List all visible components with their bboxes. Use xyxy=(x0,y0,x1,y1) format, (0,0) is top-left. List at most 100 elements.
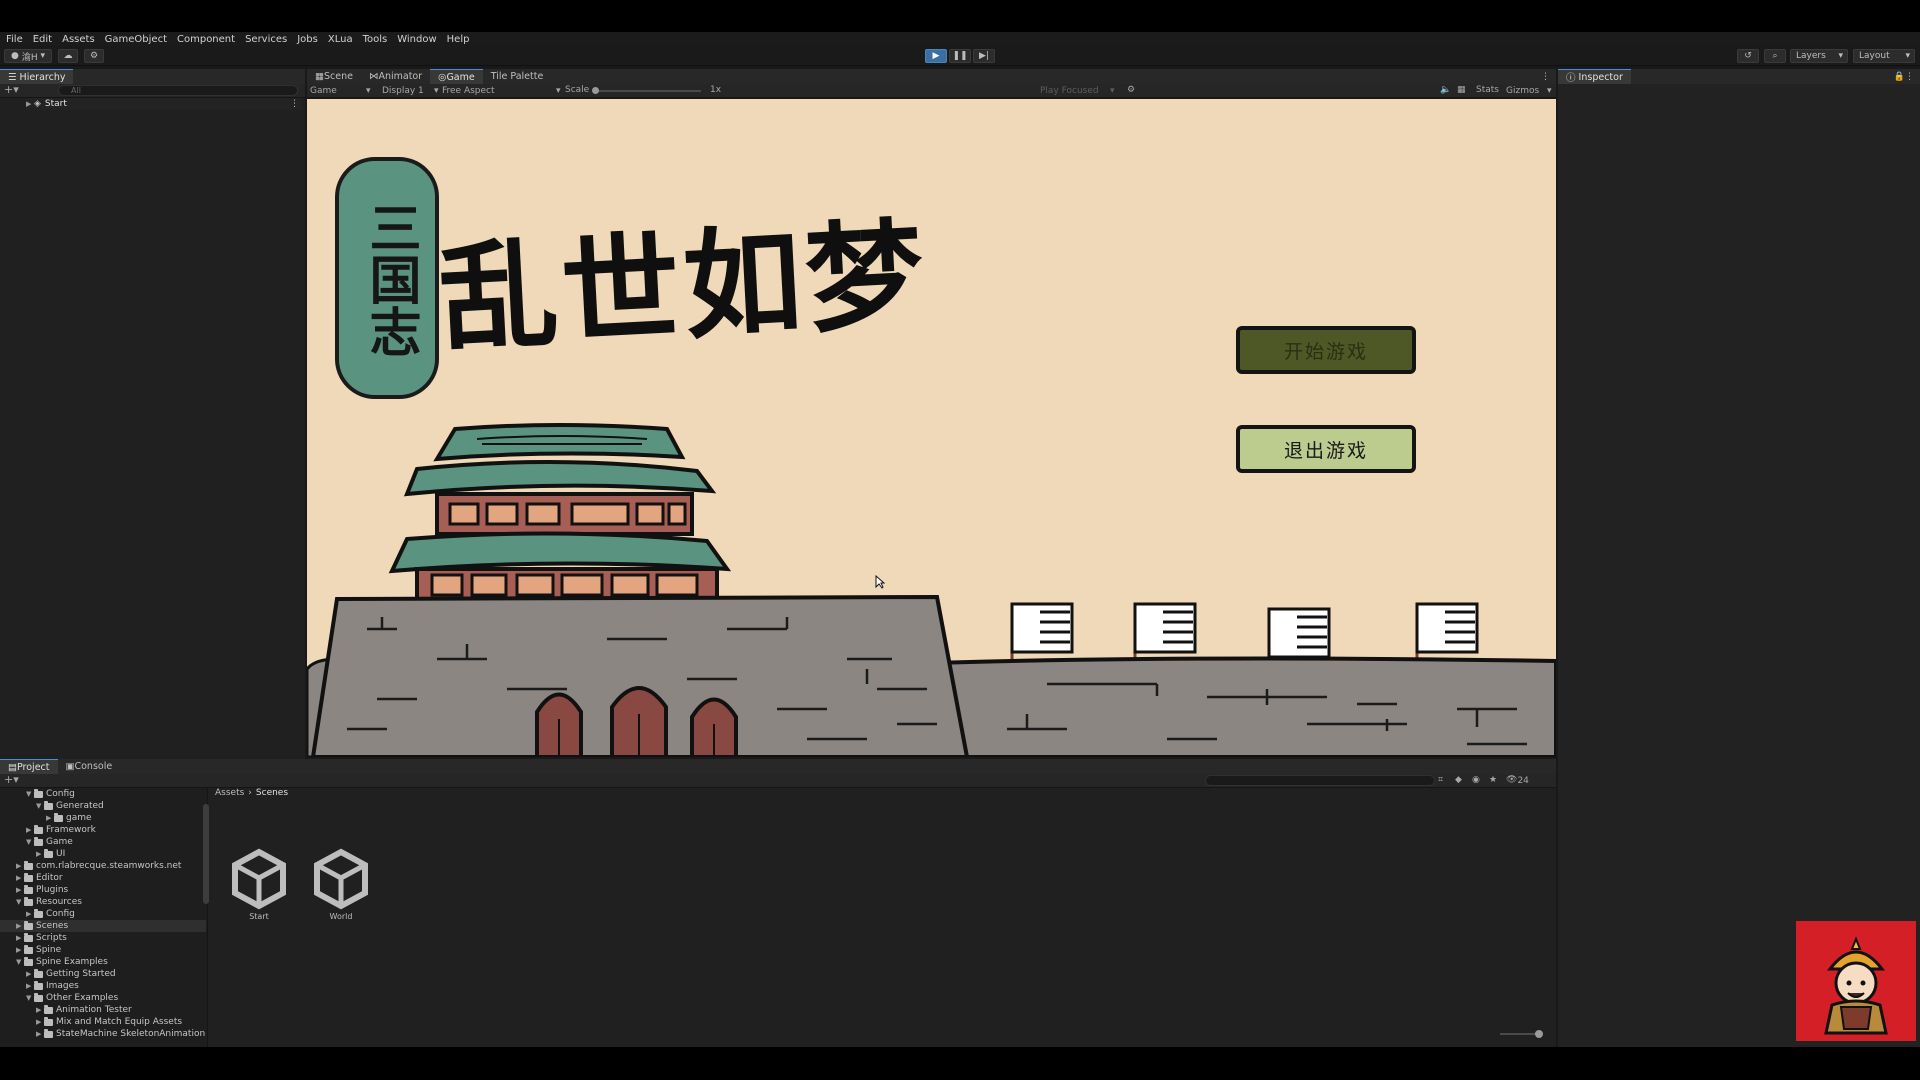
label-icon[interactable]: ◆ xyxy=(1455,775,1462,785)
layout-dropdown[interactable]: Layout ▾ xyxy=(1853,49,1915,63)
asset-item-world[interactable]: World xyxy=(309,848,373,921)
folder-tree-item[interactable]: ▼ Resources xyxy=(0,896,206,908)
icon-size-slider-handle[interactable] xyxy=(1535,1030,1543,1038)
filter-icon[interactable]: ⌗ xyxy=(1438,775,1443,785)
expanded-arrow-icon[interactable]: ▼ xyxy=(16,958,24,966)
folder-tree-item[interactable]: ▶ Scenes xyxy=(0,920,206,932)
quit-game-button[interactable]: 退出游戏 xyxy=(1236,425,1416,473)
grid-icon[interactable]: ▦ xyxy=(1457,85,1466,95)
folder-tree-item[interactable]: ▶ Editor xyxy=(0,872,206,884)
folder-tree-item[interactable]: ▶ com.rlabrecque.steamworks.net xyxy=(0,860,206,872)
asset-item-start[interactable]: Start xyxy=(227,848,291,921)
menu-item-jobs[interactable]: Jobs xyxy=(297,34,318,45)
pause-button[interactable]: ❚❚ xyxy=(949,49,971,63)
menu-item-xlua[interactable]: XLua xyxy=(328,34,353,45)
collapsed-arrow-icon[interactable]: ▶ xyxy=(16,886,24,894)
icon-size-slider[interactable] xyxy=(1500,1033,1540,1035)
bug-icon[interactable]: ⚙ xyxy=(1127,85,1135,95)
stats-button[interactable]: Stats xyxy=(1476,85,1499,95)
scale-slider-handle[interactable] xyxy=(592,87,599,94)
menu-item-help[interactable]: Help xyxy=(447,34,470,45)
tab-animator[interactable]: ⋈ Animator xyxy=(361,69,430,84)
star-icon[interactable]: ★ xyxy=(1489,775,1497,785)
tab-hierarchy[interactable]: ☰ Hierarchy xyxy=(0,69,74,84)
expanded-arrow-icon[interactable]: ▼ xyxy=(26,994,34,1002)
audio-icon[interactable]: 🔈 xyxy=(1440,85,1451,95)
collapsed-arrow-icon[interactable]: ▶ xyxy=(16,862,24,870)
expand-arrow-icon[interactable]: ▶ xyxy=(26,100,34,108)
collapsed-arrow-icon[interactable]: ▶ xyxy=(16,946,24,954)
account-dropdown[interactable]: ● 渝H ▾ xyxy=(4,49,52,63)
folder-tree-item[interactable]: ▶ Plugins xyxy=(0,884,206,896)
expanded-arrow-icon[interactable]: ▼ xyxy=(26,790,34,798)
tab-game[interactable]: ◎ Game xyxy=(430,69,483,84)
menu-item-file[interactable]: File xyxy=(6,34,23,45)
collapsed-arrow-icon[interactable]: ▶ xyxy=(16,922,24,930)
tab-scene[interactable]: ▦ Scene xyxy=(307,69,361,84)
hierarchy-item-start[interactable]: ▶ ◈ Start ⋮ xyxy=(26,98,301,110)
lock-icon[interactable]: 🔒⋮ xyxy=(1894,72,1914,82)
breadcrumb-current[interactable]: Scenes xyxy=(256,788,288,798)
collapsed-arrow-icon[interactable]: ▶ xyxy=(16,874,24,882)
tab-tile-palette[interactable]: Tile Palette xyxy=(483,69,552,84)
tab-project[interactable]: ▤ Project xyxy=(0,759,58,774)
folder-tree-item[interactable]: ▼ Generated xyxy=(0,800,206,812)
folder-tree-item[interactable]: ▶ Mix and Match Equip Assets xyxy=(0,1016,206,1028)
folder-tree-item[interactable]: ▶ Config xyxy=(0,908,206,920)
play-button[interactable]: ▶ xyxy=(925,49,947,63)
expanded-arrow-icon[interactable]: ▼ xyxy=(36,802,44,810)
menu-item-edit[interactable]: Edit xyxy=(33,34,52,45)
folder-tree-item[interactable]: ▶ Animation Tester xyxy=(0,1004,206,1016)
more-icon[interactable]: ⋮ xyxy=(1541,72,1550,82)
folder-tree-item[interactable]: ▶ game xyxy=(0,812,206,824)
collapsed-arrow-icon[interactable]: ▶ xyxy=(26,982,34,990)
menu-item-gameobject[interactable]: GameObject xyxy=(105,34,167,45)
cloud-icon[interactable]: ☁ xyxy=(58,49,78,63)
folder-tree-item[interactable]: ▼ Config xyxy=(0,788,206,800)
folder-tree-item[interactable]: ▶ UI xyxy=(0,848,206,860)
menu-item-tools[interactable]: Tools xyxy=(363,34,388,45)
add-icon[interactable]: +▾ xyxy=(4,83,19,96)
collapsed-arrow-icon[interactable]: ▶ xyxy=(26,826,34,834)
collapsed-arrow-icon[interactable]: ▶ xyxy=(26,970,34,978)
collapsed-arrow-icon[interactable]: ▶ xyxy=(46,814,54,822)
collapsed-arrow-icon[interactable]: ▶ xyxy=(36,1030,44,1038)
start-game-button[interactable]: 开始游戏 xyxy=(1236,326,1416,374)
menu-item-services[interactable]: Services xyxy=(245,34,287,45)
tree-scrollbar[interactable] xyxy=(203,804,209,904)
search-icon[interactable]: ⌕ xyxy=(1764,49,1786,63)
folder-tree-item[interactable]: ▼ Game xyxy=(0,836,206,848)
folder-tree-item[interactable]: ▶ StateMachine SkeletonAnimation xyxy=(0,1028,206,1040)
folder-tree-item[interactable]: ▶ Framework xyxy=(0,824,206,836)
hierarchy-search-input[interactable]: All xyxy=(58,85,298,96)
game-view[interactable]: 三国志 乱世如梦 开始游戏 退出游戏 xyxy=(307,99,1556,757)
project-search-input[interactable] xyxy=(1205,775,1435,786)
tab-inspector[interactable]: ⓘ Inspector xyxy=(1558,69,1631,84)
breadcrumb-root[interactable]: Assets xyxy=(215,788,244,798)
collapsed-arrow-icon[interactable]: ▶ xyxy=(36,1006,44,1014)
hidden-count[interactable]: 👁 24 xyxy=(1506,775,1529,786)
step-button[interactable]: ▶| xyxy=(973,49,995,63)
layers-dropdown[interactable]: Layers ▾ xyxy=(1790,49,1848,63)
collapsed-arrow-icon[interactable]: ▶ xyxy=(26,910,34,918)
folder-tree-item[interactable]: ▶ Getting Started xyxy=(0,968,206,980)
tag-icon[interactable]: ◉ xyxy=(1472,775,1480,785)
expanded-arrow-icon[interactable]: ▼ xyxy=(16,898,24,906)
expanded-arrow-icon[interactable]: ▼ xyxy=(26,838,34,846)
add-icon[interactable]: +▾ xyxy=(4,773,19,786)
tab-console[interactable]: ▣ Console xyxy=(58,759,121,774)
folder-tree-item[interactable]: ▶ Images xyxy=(0,980,206,992)
collapsed-arrow-icon[interactable]: ▶ xyxy=(36,850,44,858)
history-icon[interactable]: ↺ xyxy=(1737,49,1759,63)
folder-tree-item[interactable]: ▶ Spine xyxy=(0,944,206,956)
scale-slider[interactable] xyxy=(593,90,701,92)
folder-tree-item[interactable]: ▼ Other Examples xyxy=(0,992,206,1004)
folder-tree-item[interactable]: ▼ Spine Examples xyxy=(0,956,206,968)
settings-gear-icon[interactable]: ⚙ xyxy=(84,49,104,63)
collapsed-arrow-icon[interactable]: ▶ xyxy=(36,1018,44,1026)
more-icon[interactable]: ⋮ xyxy=(290,99,299,109)
menu-item-assets[interactable]: Assets xyxy=(62,34,95,45)
menu-item-component[interactable]: Component xyxy=(177,34,235,45)
folder-tree-item[interactable]: ▶ Scripts xyxy=(0,932,206,944)
collapsed-arrow-icon[interactable]: ▶ xyxy=(16,934,24,942)
